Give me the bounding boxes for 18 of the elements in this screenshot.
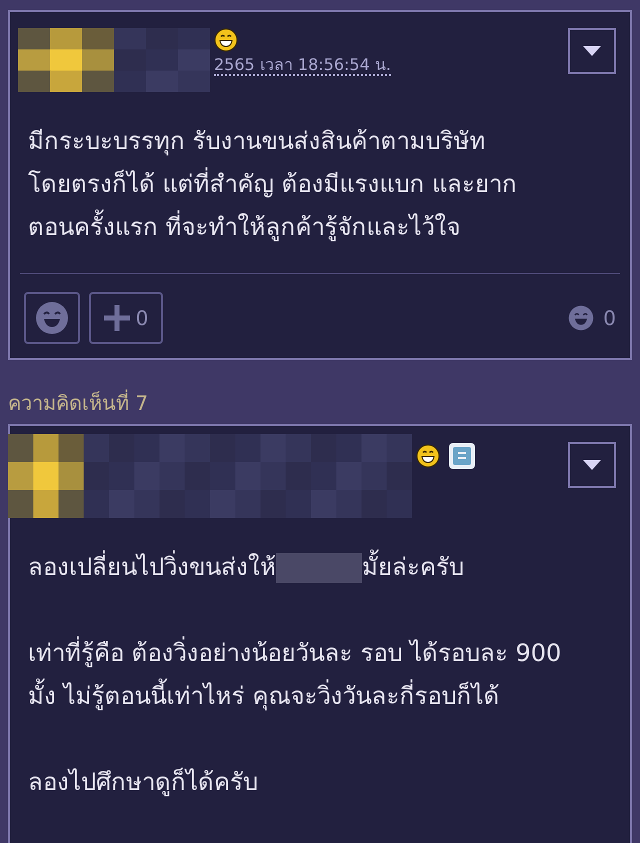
plus-icon xyxy=(104,305,130,331)
emotion-count: 0 xyxy=(603,305,616,332)
dropdown-button[interactable] xyxy=(568,28,616,74)
smiley-icon xyxy=(568,305,594,331)
emotion-button[interactable] xyxy=(24,292,80,344)
comment-text: มีกระบะบรรทุก รับงานขนส่งสินค้าตามบริษัท โดยตรงก็ได้ แต่ที่สำคัญ ต้องมีแรงแบก และยาก ตอนครั้งแรก ที่จะทำให้ลูกค้ารู้จักและไว้ใจ xyxy=(28,126,518,244)
comment-text: เท่าที่รู้คือ ต้องวิ่งอย่างน้อยวันละ รอบ ได้รอบละ 900 มั้ง ไม่รู้ตอนนี้เท่าไหร่ คุณจะวิ่งวันละกี่รอบก็ได้ xyxy=(28,632,570,718)
dropdown-button[interactable] xyxy=(568,442,616,488)
comment-text: ลองไปศึกษาดูก็ได้ครับ xyxy=(28,766,259,798)
caret-icon xyxy=(583,46,601,56)
laughing-face-icon xyxy=(214,28,238,52)
comment-text: ลองเปลี่ยนไปวิ่งขนส่งให้ มั้ยล่ะครับ xyxy=(28,546,570,589)
caret-icon xyxy=(583,460,601,470)
plus-vote-button[interactable]: 0 xyxy=(89,292,163,344)
smiley-icon xyxy=(35,301,69,335)
comment-number-label: ความคิดเห็นที่ 7 xyxy=(8,388,150,417)
timestamp-link[interactable]: 2565 เวลา 18:56:54 น. xyxy=(214,56,391,76)
laughing-face-icon xyxy=(416,444,440,468)
